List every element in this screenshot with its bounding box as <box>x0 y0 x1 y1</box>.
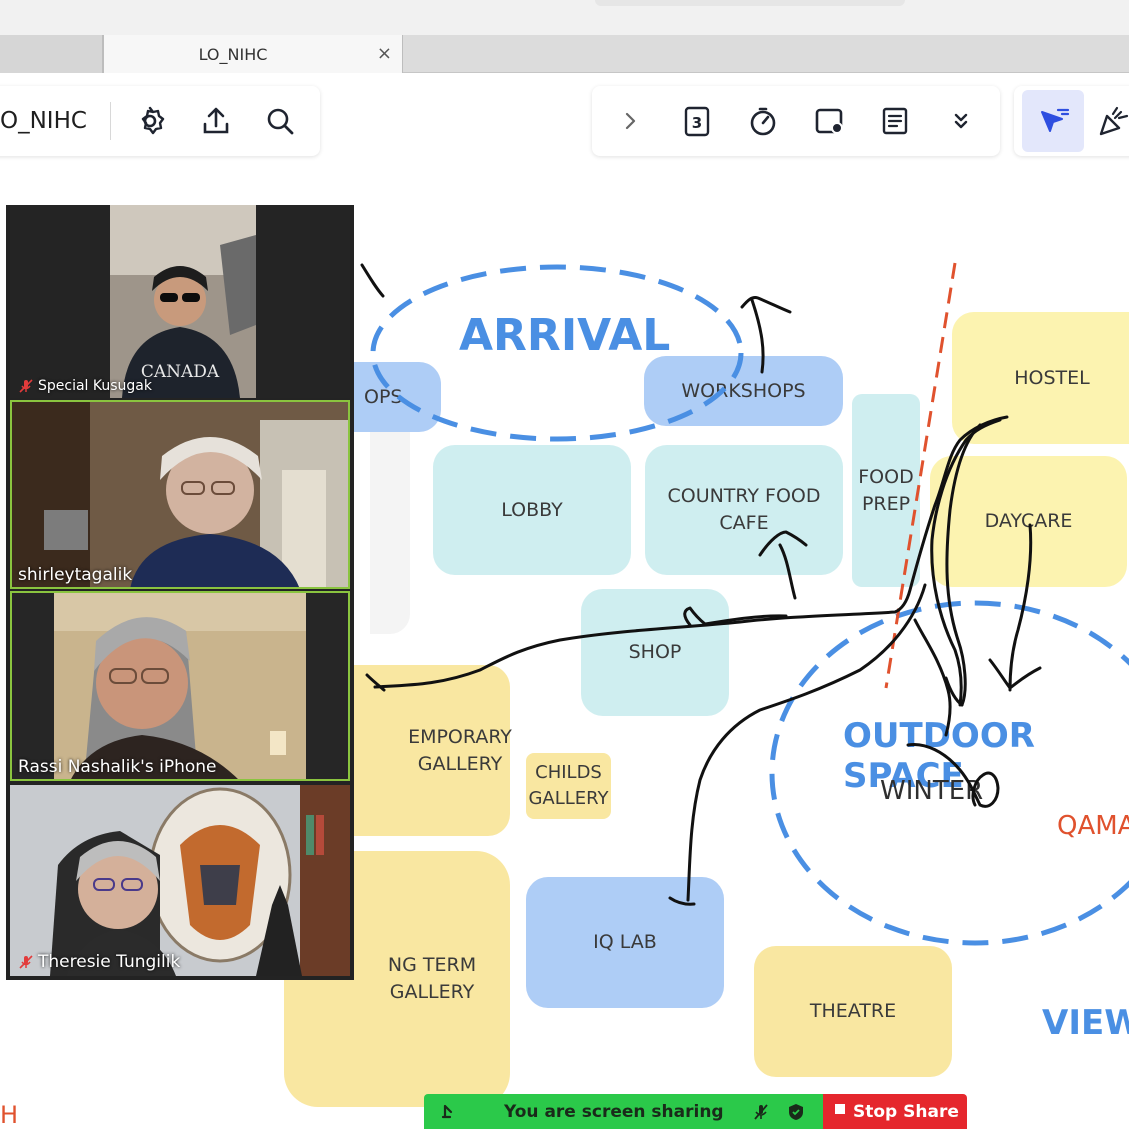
sticky-workshops[interactable]: WORKSHOPS <box>644 356 843 426</box>
sticky-hostel[interactable]: HOSTEL <box>952 312 1129 444</box>
frame-count: 3 <box>692 114 702 132</box>
mic-muted-icon[interactable] <box>752 1103 770 1121</box>
sticky-theatre-label: THEATRE <box>809 1000 897 1022</box>
search-icon[interactable] <box>262 103 298 139</box>
sticky-iq-lab[interactable]: IQ LAB <box>526 877 724 1008</box>
label-winter: WINTER <box>880 776 984 806</box>
stop-share-label: Stop Share <box>853 1102 959 1122</box>
share-status-text: You are screen sharing <box>504 1102 724 1122</box>
sticky-childs-gallery[interactable]: CHILDS GALLERY <box>526 753 611 819</box>
muted-mic-icon <box>19 379 33 393</box>
window-top-strip <box>0 0 1129 35</box>
video-tile-special-kusugak[interactable]: CANADA Special Kusugak <box>10 205 350 398</box>
participant-name: Rassi Nashalik's iPhone <box>18 757 217 777</box>
notes-icon[interactable] <box>877 103 913 139</box>
drag-handle-icon[interactable] <box>440 1103 458 1121</box>
label-arrival: ARRIVAL <box>459 310 671 361</box>
offscreen-panel <box>370 404 410 634</box>
participant-video <box>10 400 350 589</box>
sticky-daycare[interactable]: DAYCARE <box>930 456 1127 587</box>
tab-previous[interactable] <box>0 35 103 73</box>
label-qama: QAMA <box>1057 811 1129 841</box>
label-edge-h: H <box>0 1101 19 1129</box>
sticky-country-food-line1: COUNTRY FOOD <box>667 485 821 507</box>
sticky-food-prep-line2: PREP <box>861 492 911 515</box>
chevron-right-icon[interactable] <box>612 103 648 139</box>
stop-square-icon <box>835 1104 845 1114</box>
participant-name-tag: Theresie Tungilik <box>18 952 180 972</box>
participant-name-tag: shirleytagalik <box>18 565 132 585</box>
collaboration-toolbar <box>1014 86 1129 156</box>
participant-name: Special Kusugak <box>38 378 152 394</box>
participant-video: CANADA <box>10 205 350 398</box>
select-cursor-icon[interactable] <box>1022 90 1084 152</box>
board-name[interactable]: O_NIHC <box>0 108 87 134</box>
upload-icon[interactable] <box>198 103 234 139</box>
timer-icon[interactable] <box>745 103 781 139</box>
screen-share-bar: You are screen sharing Stop Share <box>424 1094 967 1129</box>
sticky-iq-lab-label: IQ LAB <box>593 931 657 953</box>
video-dot-icon[interactable] <box>811 103 847 139</box>
share-status-section[interactable]: You are screen sharing <box>424 1094 823 1129</box>
sticky-country-food-line2: CAFE <box>719 512 769 534</box>
toolbar-divider <box>110 102 111 140</box>
muted-mic-icon <box>19 955 33 969</box>
video-tile-theresie-tungilik[interactable]: Theresie Tungilik <box>10 785 350 976</box>
sticky-food-prep-line1: FOOD <box>858 465 914 488</box>
sticky-theatre[interactable]: THEATRE <box>754 946 952 1077</box>
gear-icon[interactable] <box>132 103 168 139</box>
participant-name: Theresie Tungilik <box>38 952 181 972</box>
frame-counter-icon[interactable]: 3 <box>679 103 715 139</box>
tab-active[interactable]: LO_NIHC × <box>103 35 403 73</box>
sticky-shop-label: SHOP <box>628 641 682 663</box>
board-header-toolbar: O_NIHC <box>0 86 320 156</box>
participant-name-tag: Rassi Nashalik's iPhone <box>18 757 217 777</box>
label-view: VIEW <box>1042 1003 1129 1043</box>
sticky-lobby[interactable]: LOBBY <box>433 445 631 575</box>
sticky-hostel-label: HOSTEL <box>1014 366 1090 389</box>
sticky-workshops-label: WORKSHOPS <box>681 379 806 402</box>
celebration-icon[interactable] <box>1094 103 1129 139</box>
double-chevron-down-icon[interactable] <box>943 103 979 139</box>
stop-share-button[interactable]: Stop Share <box>823 1094 967 1129</box>
tab-title: LO_NIHC <box>198 45 268 64</box>
screen: LO_NIHC × O_NIHC 3 OPS WORKSHOPS HOSTEL … <box>0 0 1129 1129</box>
sticky-lobby-label: LOBBY <box>501 498 563 521</box>
tab-bar: LO_NIHC × <box>0 35 1129 73</box>
sticky-long-term-line1: NG TERM <box>387 954 477 976</box>
sticky-temporary-line1: EMPORARY <box>408 725 512 748</box>
participant-name-tag: Special Kusugak <box>18 378 152 394</box>
sticky-childs-line1: CHILDS <box>535 762 602 783</box>
sticky-country-food-cafe[interactable]: COUNTRY FOOD CAFE <box>645 445 843 575</box>
video-tile-rassi-nashalik[interactable]: Rassi Nashalik's iPhone <box>10 591 350 781</box>
video-gallery-panel[interactable]: CANADA Special Kusugak shirleytagalik Ra… <box>6 205 354 980</box>
sticky-ops-label: OPS <box>364 385 403 408</box>
tab-close-icon[interactable]: × <box>377 43 392 64</box>
sticky-temporary-line2: GALLERY <box>417 752 503 775</box>
svg-text:CANADA: CANADA <box>141 362 220 382</box>
participant-name: shirleytagalik <box>18 565 133 585</box>
window-handle <box>595 0 905 6</box>
sticky-food-prep[interactable]: FOOD PREP <box>852 394 920 587</box>
participant-video <box>10 591 350 781</box>
sticky-long-term-line2: GALLERY <box>389 981 475 1003</box>
sticky-childs-line2: GALLERY <box>528 788 609 809</box>
security-shield-icon[interactable] <box>786 1102 806 1122</box>
participant-video <box>10 785 350 976</box>
sticky-shop[interactable]: SHOP <box>581 589 729 716</box>
board-tools-toolbar: 3 <box>592 86 1000 156</box>
video-tile-shirleytagalik[interactable]: shirleytagalik <box>10 400 350 589</box>
sticky-daycare-label: DAYCARE <box>984 510 1073 532</box>
